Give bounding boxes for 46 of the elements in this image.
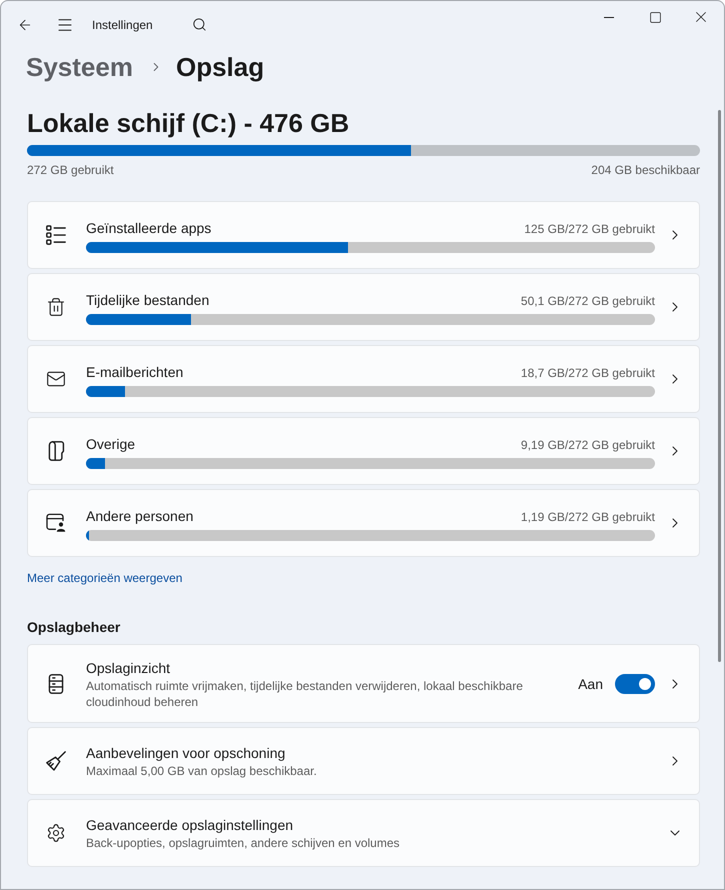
list-icon (46, 225, 66, 245)
drive-title: Lokale schijf (C:) - 476 GB (27, 107, 350, 139)
used-space-label: 272 GB gebruikt (27, 163, 114, 177)
section-heading: Opslagbeheer (27, 618, 122, 637)
setting-description: Maximaal 5,00 GB van opslag beschikbaar. (86, 763, 318, 779)
more-categories-link[interactable]: Meer categorieën weergeven (27, 570, 182, 586)
category-name: E-mailberichten (86, 362, 184, 382)
setting-title: Geavanceerde opslaginstellingen (86, 816, 294, 835)
settings-icon (46, 823, 66, 843)
setting-title: Aanbevelingen voor opschoning (86, 744, 286, 763)
category-usage: 18,7 GB/272 GB gebruikt (520, 364, 655, 380)
minimize-icon (604, 16, 614, 18)
category-card[interactable]: Andere personen 1,19 GB/272 GB gebruikt (27, 489, 700, 557)
envelope-icon (46, 369, 66, 389)
category-name: Overige (86, 434, 136, 454)
storage-drive-icon (46, 674, 66, 694)
category-usage: 9,19 GB/272 GB gebruikt (520, 436, 655, 452)
category-name: Geïnstalleerde apps (86, 218, 212, 238)
category-usage: 1,19 GB/272 GB gebruikt (520, 508, 655, 524)
setting-card[interactable]: Geavanceerde opslaginstellingen Back-upopties, opslagruimten, andere schijven en volumes (27, 799, 700, 867)
category-usage: 125 GB/272 GB gebruikt (524, 220, 655, 236)
toggle-switch[interactable] (615, 674, 655, 694)
category-name: Andere personen (86, 506, 194, 526)
setting-title: Opslaginzicht (86, 658, 172, 678)
category-card[interactable]: E-mailberichten 18,7 GB/272 GB gebruikt (27, 345, 700, 413)
search-icon (192, 17, 206, 32)
scrollbar-thumb[interactable] (718, 110, 721, 662)
category-name: Tijdelijke bestanden (86, 290, 210, 310)
setting-card[interactable]: Opslaginzicht Automatisch ruimte vrijmaken, tijdelijke bestanden verwijderen, lokaal beschikbare cloudinhoud beheren Aan (27, 644, 700, 723)
page-title: Opslag (176, 51, 264, 84)
category-card[interactable]: Overige 9,19 GB/272 GB gebruikt (27, 417, 700, 485)
category-usage: 50,1 GB/272 GB gebruikt (520, 292, 655, 308)
maximize-icon (648, 10, 662, 24)
toggle-state-label: Aan (578, 674, 603, 694)
category-card[interactable]: Tijdelijke bestanden 50,1 GB/272 GB gebruikt (27, 273, 700, 341)
free-space-label: 204 GB beschikbaar (591, 163, 700, 177)
setting-description: Back-upopties, opslagruimten, andere schijven en volumes (86, 835, 401, 851)
app-title: Instellingen (92, 18, 154, 32)
broom-icon (46, 751, 66, 771)
document-icon (46, 441, 66, 461)
breadcrumb-link[interactable]: Systeem (26, 50, 133, 84)
category-card[interactable]: Geïnstalleerde apps 125 GB/272 GB gebruikt (27, 201, 700, 269)
setting-card[interactable]: Aanbevelingen voor opschoning Maximaal 5,00 GB van opslag beschikbaar. (27, 727, 700, 795)
person-window-icon (46, 513, 66, 533)
setting-description: Automatisch ruimte vrijmaken, tijdelijke bestanden verwijderen, lokaal beschikbare cloudinhoud beheren (86, 678, 524, 710)
trash-icon (46, 297, 66, 317)
